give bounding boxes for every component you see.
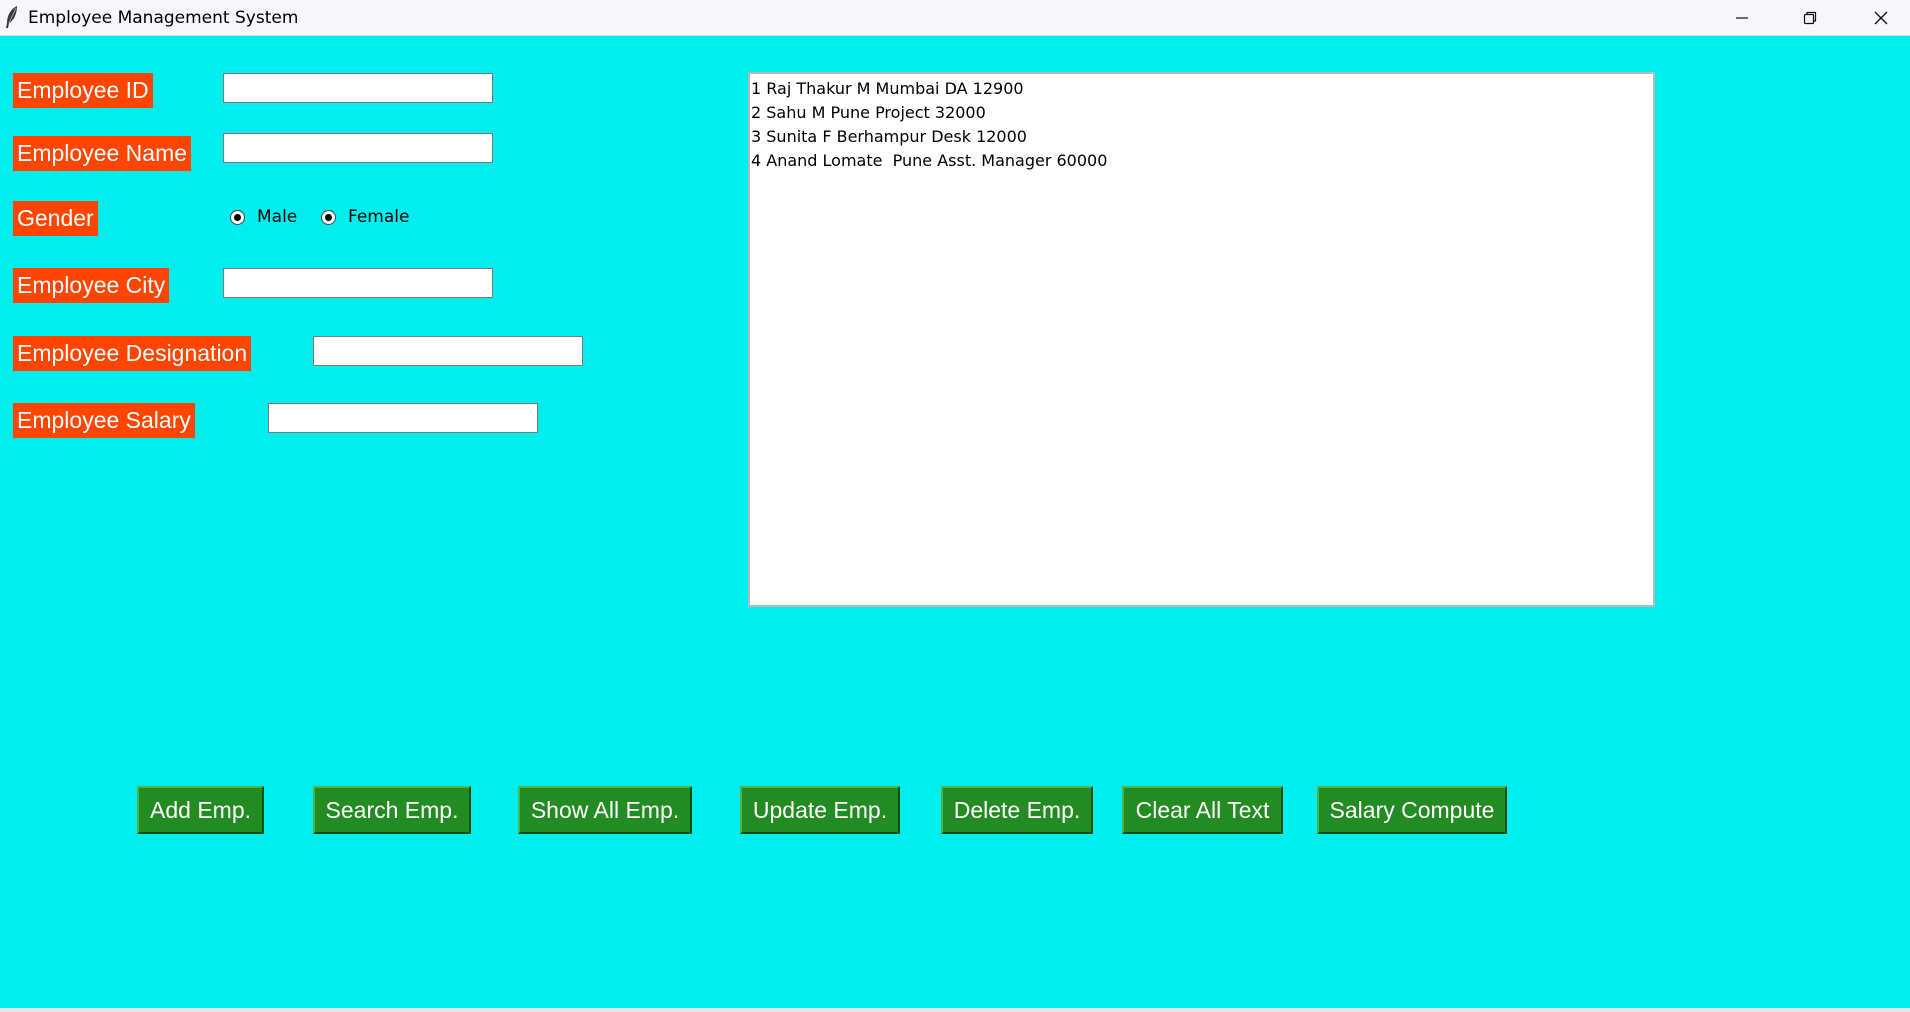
delete-employee-button[interactable]: Delete Emp. xyxy=(941,786,1093,834)
employee-city-label: Employee City xyxy=(13,268,170,303)
employee-city-input[interactable] xyxy=(223,268,493,298)
list-item[interactable]: 3 Sunita F Berhampur Desk 12000 xyxy=(751,125,1652,149)
update-employee-button[interactable]: Update Emp. xyxy=(740,786,900,834)
list-item[interactable]: 4 Anand Lomate Pune Asst. Manager 60000 xyxy=(751,149,1652,173)
employee-name-label: Employee Name xyxy=(13,136,192,171)
employee-salary-input[interactable] xyxy=(268,403,538,433)
restore-button[interactable] xyxy=(1776,0,1844,35)
title-bar: Employee Management System xyxy=(0,0,1910,36)
salary-compute-button[interactable]: Salary Compute xyxy=(1317,786,1507,834)
gender-female-label: Female xyxy=(348,207,410,227)
employee-id-input[interactable] xyxy=(223,73,493,103)
employee-designation-label: Employee Designation xyxy=(13,336,252,371)
restore-icon xyxy=(1803,11,1817,24)
gender-female-radio[interactable]: Female xyxy=(321,207,409,227)
close-button[interactable] xyxy=(1847,0,1910,35)
employee-name-input[interactable] xyxy=(223,133,493,163)
window-bottom-edge xyxy=(0,1008,1910,1012)
minimize-icon xyxy=(1736,16,1748,19)
app-window: Employee Management System Employee ID E… xyxy=(0,0,1910,1012)
gender-label: Gender xyxy=(13,201,98,236)
employee-designation-input[interactable] xyxy=(313,336,583,366)
add-employee-button[interactable]: Add Emp. xyxy=(137,786,264,834)
feather-icon xyxy=(6,6,17,28)
radio-selected-icon xyxy=(321,209,336,225)
window-title: Employee Management System xyxy=(28,8,299,28)
list-item[interactable]: 2 Sahu M Pune Project 32000 xyxy=(751,101,1652,125)
search-employee-button[interactable]: Search Emp. xyxy=(313,786,471,834)
close-icon xyxy=(1874,11,1888,24)
list-item[interactable]: 1 Raj Thakur M Mumbai DA 12900 xyxy=(751,77,1652,101)
clear-all-text-button[interactable]: Clear All Text xyxy=(1122,786,1283,834)
employee-salary-label: Employee Salary xyxy=(13,403,195,438)
minimize-button[interactable] xyxy=(1708,0,1776,35)
radio-selected-icon xyxy=(230,209,245,225)
gender-male-label: Male xyxy=(257,207,298,227)
show-all-employees-button[interactable]: Show All Emp. xyxy=(518,786,692,834)
employee-listbox[interactable]: 1 Raj Thakur M Mumbai DA 12900 2 Sahu M … xyxy=(748,72,1655,607)
gender-male-radio[interactable]: Male xyxy=(230,207,297,227)
employee-id-label: Employee ID xyxy=(13,73,153,108)
